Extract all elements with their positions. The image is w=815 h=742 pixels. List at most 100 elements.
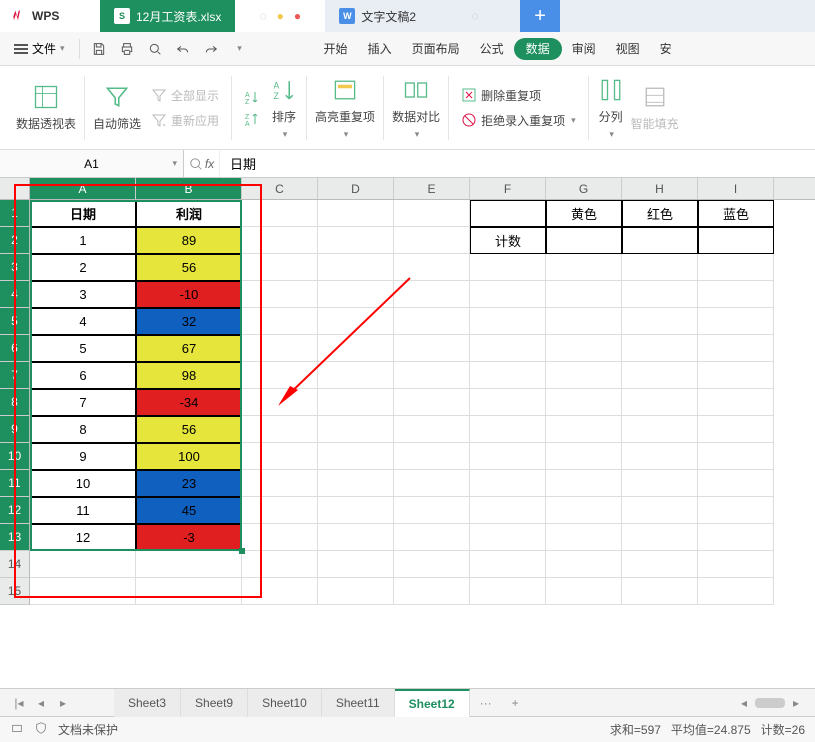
cell[interactable] (546, 578, 622, 605)
cell[interactable] (242, 308, 318, 335)
cell[interactable] (318, 200, 394, 227)
cell[interactable] (546, 524, 622, 551)
cell[interactable]: 11 (30, 497, 136, 524)
cell[interactable] (698, 443, 774, 470)
cell[interactable] (394, 497, 470, 524)
cell[interactable]: 2 (30, 254, 136, 281)
cell[interactable] (394, 254, 470, 281)
sheet-tab[interactable]: Sheet3 (114, 689, 181, 717)
cell[interactable]: 23 (136, 470, 242, 497)
cell[interactable] (394, 281, 470, 308)
spreadsheet-grid[interactable]: A B C D E F G H I 123456789101112131415 … (0, 178, 815, 688)
cell[interactable] (698, 470, 774, 497)
cell[interactable] (394, 443, 470, 470)
cell[interactable]: 日期 (30, 200, 136, 227)
cell[interactable]: 32 (136, 308, 242, 335)
cell[interactable] (30, 578, 136, 605)
tab-data[interactable]: 数据 (514, 38, 562, 60)
cell[interactable]: 10 (30, 470, 136, 497)
col-header[interactable]: A (30, 178, 136, 199)
remove-duplicates-button[interactable]: 删除重复项 (457, 85, 580, 106)
row-header[interactable]: 10 (0, 443, 29, 470)
col-header[interactable]: F (470, 178, 546, 199)
cell[interactable] (394, 335, 470, 362)
cell[interactable] (242, 389, 318, 416)
row-header[interactable]: 5 (0, 308, 29, 335)
cells-area[interactable]: 日期利润黄色红色蓝色189计数2563-104325676987-3485691… (30, 200, 815, 688)
tab-safe[interactable]: 安 (650, 32, 682, 66)
sheet-nav-prev[interactable]: ◂ (30, 696, 52, 710)
cell[interactable] (242, 227, 318, 254)
sheet-tab-active[interactable]: Sheet12 (395, 689, 470, 717)
cell[interactable] (394, 308, 470, 335)
cell[interactable] (470, 524, 546, 551)
cell[interactable] (470, 335, 546, 362)
sheet-tab[interactable]: Sheet11 (322, 689, 395, 717)
row-header[interactable]: 12 (0, 497, 29, 524)
cell[interactable] (622, 470, 698, 497)
row-header[interactable]: 7 (0, 362, 29, 389)
cell[interactable]: -34 (136, 389, 242, 416)
save-button[interactable] (86, 36, 112, 62)
cell[interactable] (470, 362, 546, 389)
cell[interactable] (242, 497, 318, 524)
cell[interactable]: -3 (136, 524, 242, 551)
formula-input[interactable] (220, 156, 815, 171)
cell[interactable] (318, 389, 394, 416)
undo-button[interactable] (170, 36, 196, 62)
smart-fill-button[interactable]: 智能填充 (631, 83, 679, 132)
doc-tab-word[interactable]: W 文字文稿2 (325, 0, 430, 32)
cell[interactable] (242, 416, 318, 443)
cell[interactable] (318, 578, 394, 605)
row-header[interactable]: 6 (0, 335, 29, 362)
cell[interactable]: 红色 (622, 200, 698, 227)
sort-button[interactable]: AZ 排序 (270, 76, 298, 140)
cell[interactable] (698, 227, 774, 254)
cell[interactable] (318, 281, 394, 308)
cell[interactable] (242, 551, 318, 578)
cell[interactable] (622, 254, 698, 281)
cell[interactable]: 计数 (470, 227, 546, 254)
tab-review[interactable]: 审阅 (562, 32, 606, 66)
cell[interactable]: 98 (136, 362, 242, 389)
tab-formula[interactable]: 公式 (470, 32, 514, 66)
cell[interactable] (546, 389, 622, 416)
cell[interactable] (318, 470, 394, 497)
cell[interactable] (394, 470, 470, 497)
cell[interactable] (136, 578, 242, 605)
redo-button[interactable] (198, 36, 224, 62)
sheet-tab[interactable]: Sheet10 (248, 689, 322, 717)
cell[interactable] (622, 443, 698, 470)
cell[interactable] (546, 443, 622, 470)
name-box-input[interactable] (0, 157, 183, 171)
cell[interactable] (546, 254, 622, 281)
pivot-table-button[interactable]: 数据透视表 (16, 83, 76, 132)
cell[interactable]: 蓝色 (698, 200, 774, 227)
sheet-tab[interactable]: Sheet9 (181, 689, 248, 717)
preview-button[interactable] (142, 36, 168, 62)
cell[interactable]: 100 (136, 443, 242, 470)
cell[interactable] (622, 524, 698, 551)
qat-more[interactable] (226, 36, 252, 62)
row-header[interactable]: 3 (0, 254, 29, 281)
cell[interactable] (242, 443, 318, 470)
cell[interactable] (318, 524, 394, 551)
cell[interactable] (546, 551, 622, 578)
cell[interactable]: 89 (136, 227, 242, 254)
cell[interactable] (698, 281, 774, 308)
autofilter-button[interactable]: 自动筛选 (93, 83, 141, 132)
col-header[interactable]: E (394, 178, 470, 199)
sheet-more-button[interactable]: ··· (470, 696, 502, 710)
chevron-down-icon[interactable]: ▾ (172, 158, 177, 169)
new-tab-button[interactable]: + (520, 0, 560, 32)
row-header[interactable]: 15 (0, 578, 29, 605)
cell[interactable]: 56 (136, 416, 242, 443)
cell[interactable] (546, 227, 622, 254)
cell[interactable] (318, 416, 394, 443)
cell[interactable] (394, 200, 470, 227)
cell[interactable] (394, 389, 470, 416)
cell[interactable]: 3 (30, 281, 136, 308)
cell[interactable] (622, 227, 698, 254)
file-menu[interactable]: 文件 ▾ (6, 40, 73, 57)
cell[interactable] (622, 362, 698, 389)
